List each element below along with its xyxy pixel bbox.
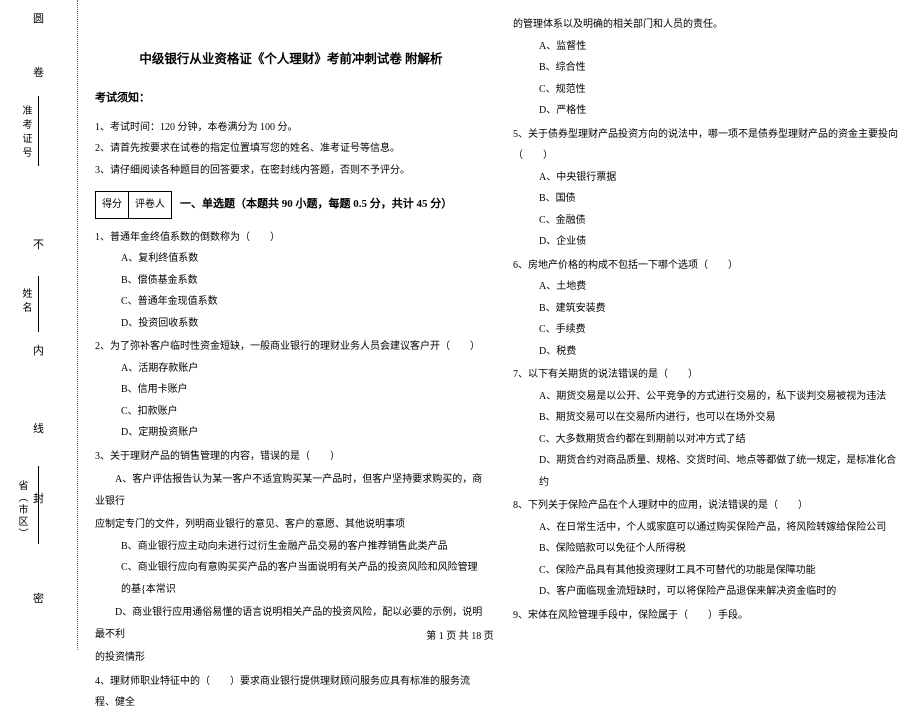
name-label: 姓名 — [18, 288, 33, 316]
option-line: A、复利终值系数 — [95, 248, 487, 270]
option-line: B、期货交易可以在交易所内进行，也可以在场外交易 — [513, 407, 905, 429]
notice-line: 1、考试时间：120 分钟，本卷满分为 100 分。 — [95, 117, 487, 139]
option-line: B、建筑安装费 — [513, 298, 905, 320]
option-line: B、商业银行应主动向未进行过衍生金融产品交易的客户推荐销售此类产品 — [95, 536, 487, 558]
option-line: D、企业债 — [513, 231, 905, 253]
option-line: D、严格性 — [513, 100, 905, 122]
page-footer: 第 1 页 共 18 页 — [0, 627, 920, 642]
option-line: C、扣款账户 — [95, 401, 487, 423]
question-line: 7、以下有关期货的说法错误的是（ ） — [513, 364, 905, 386]
question-line: 6、房地产价格的构成不包括一下哪个选项（ ） — [513, 255, 905, 277]
score-box: 得分 评卷人 — [95, 191, 172, 219]
binding-char: 内 — [0, 342, 78, 358]
binding-margin: 圆 卷 准考证号 不 姓名 内 线 省（市区） 封 密 — [0, 0, 78, 650]
binding-char: 密 — [0, 590, 78, 606]
option-line: C、大多数期货合约都在到期前以对冲方式了结 — [513, 429, 905, 451]
exam-title: 中级银行从业资格证《个人理财》考前冲刺试卷 附解析 — [95, 46, 487, 73]
binding-char: 卷 — [0, 64, 78, 80]
option-line: A、监督性 — [513, 36, 905, 58]
option-line: A、中央银行票据 — [513, 167, 905, 189]
name-line — [38, 276, 39, 332]
option-line: D、税费 — [513, 341, 905, 363]
option-line: B、综合性 — [513, 57, 905, 79]
notice-line: 3、请仔细阅读各种题目的回答要求，在密封线内答题，否则不予评分。 — [95, 160, 487, 182]
score-label: 得分 — [96, 192, 129, 218]
exam-id-line — [38, 96, 39, 166]
notice-heading: 考试须知： — [95, 87, 487, 111]
option-line: D、投资回收系数 — [95, 313, 487, 335]
binding-char: 封 — [0, 490, 78, 506]
question-line: 的投资情形 — [95, 647, 487, 669]
question-line: 3、关于理财产品的销售管理的内容，错误的是（ ） — [95, 446, 487, 468]
option-line: C、商业银行应向有意购买买产品的客户当面说明有关产品的投资风险和风险管理的基{本… — [95, 557, 487, 600]
page-content: 中级银行从业资格证《个人理财》考前冲刺试卷 附解析 考试须知： 1、考试时间：1… — [95, 12, 905, 714]
option-line: A、土地费 — [513, 276, 905, 298]
option-line: C、金融债 — [513, 210, 905, 232]
option-line: A、期货交易是以公开、公平竞争的方式进行交易的，私下谈判交易被视为违法 — [513, 386, 905, 408]
option-line: C、手续费 — [513, 319, 905, 341]
question-line: 2、为了弥补客户临时性资金短缺，一般商业银行的理财业务人员会建议客户开（ ） — [95, 336, 487, 358]
binding-char: 不 — [0, 236, 78, 252]
option-line: A、活期存款账户 — [95, 358, 487, 380]
question-line: 5、关于债券型理财产品投资方向的说法中，哪一项不是债券型理财产品的资金主要投向（… — [513, 124, 905, 167]
option-line: B、保险赔款可以免征个人所得税 — [513, 538, 905, 560]
binding-char: 圆 — [0, 10, 78, 26]
left-column: 中级银行从业资格证《个人理财》考前冲刺试卷 附解析 考试须知： 1、考试时间：1… — [95, 12, 487, 714]
option-line: C、规范性 — [513, 79, 905, 101]
binding-char: 线 — [0, 420, 78, 436]
notice-line: 2、请首先按要求在试卷的指定位置填写您的姓名、准考证号等信息。 — [95, 138, 487, 160]
question-line: 的管理体系以及明确的相关部门和人员的责任。 — [513, 14, 905, 36]
option-line: C、保险产品具有其他投资理财工具不可替代的功能是保障功能 — [513, 560, 905, 582]
question-line: A、客户评估报告认为某一客户不适宜购买某一产品时，但客户坚持要求购买的，商业银行 — [95, 469, 487, 512]
right-column: 的管理体系以及明确的相关部门和人员的责任。A、监督性B、综合性C、规范性D、严格… — [513, 12, 905, 714]
question-line: 4、理财师职业特征中的（ ）要求商业银行提供理财顾问服务应具有标准的服务流程、健… — [95, 671, 487, 714]
question-line: 1、普通年金终值系数的倒数称为（ ） — [95, 227, 487, 249]
option-line: D、客户面临现金流短缺时，可以将保险产品退保来解决资金临时的 — [513, 581, 905, 603]
exam-id-label: 准考证号 — [18, 105, 33, 161]
option-line: D、定期投资账户 — [95, 422, 487, 444]
option-line: D、期货合约对商品质量、规格、交货时间、地点等都做了统一规定，是标准化合约 — [513, 450, 905, 493]
option-line: C、普通年金现值系数 — [95, 291, 487, 313]
section-heading: 一、单选题（本题共 90 小题，每题 0.5 分，共计 45 分） — [180, 193, 452, 217]
option-line: A、在日常生活中，个人或家庭可以通过购买保险产品，将风险转嫁给保险公司 — [513, 517, 905, 539]
option-line: B、国债 — [513, 188, 905, 210]
grader-label: 评卷人 — [129, 192, 171, 218]
score-section-row: 得分 评卷人 一、单选题（本题共 90 小题，每题 0.5 分，共计 45 分） — [95, 191, 487, 219]
question-line: 应制定专门的文件，列明商业银行的意见、客户的意愿、其他说明事项 — [95, 514, 487, 536]
option-line: B、偿债基金系数 — [95, 270, 487, 292]
option-line: B、信用卡账户 — [95, 379, 487, 401]
question-line: 9、宋体在风险管理手段中，保险属于（ ）手段。 — [513, 605, 905, 627]
question-line: 8、下列关于保险产品在个人理财中的应用，说法错误的是（ ） — [513, 495, 905, 517]
province-label: 省（市区） — [14, 480, 29, 540]
